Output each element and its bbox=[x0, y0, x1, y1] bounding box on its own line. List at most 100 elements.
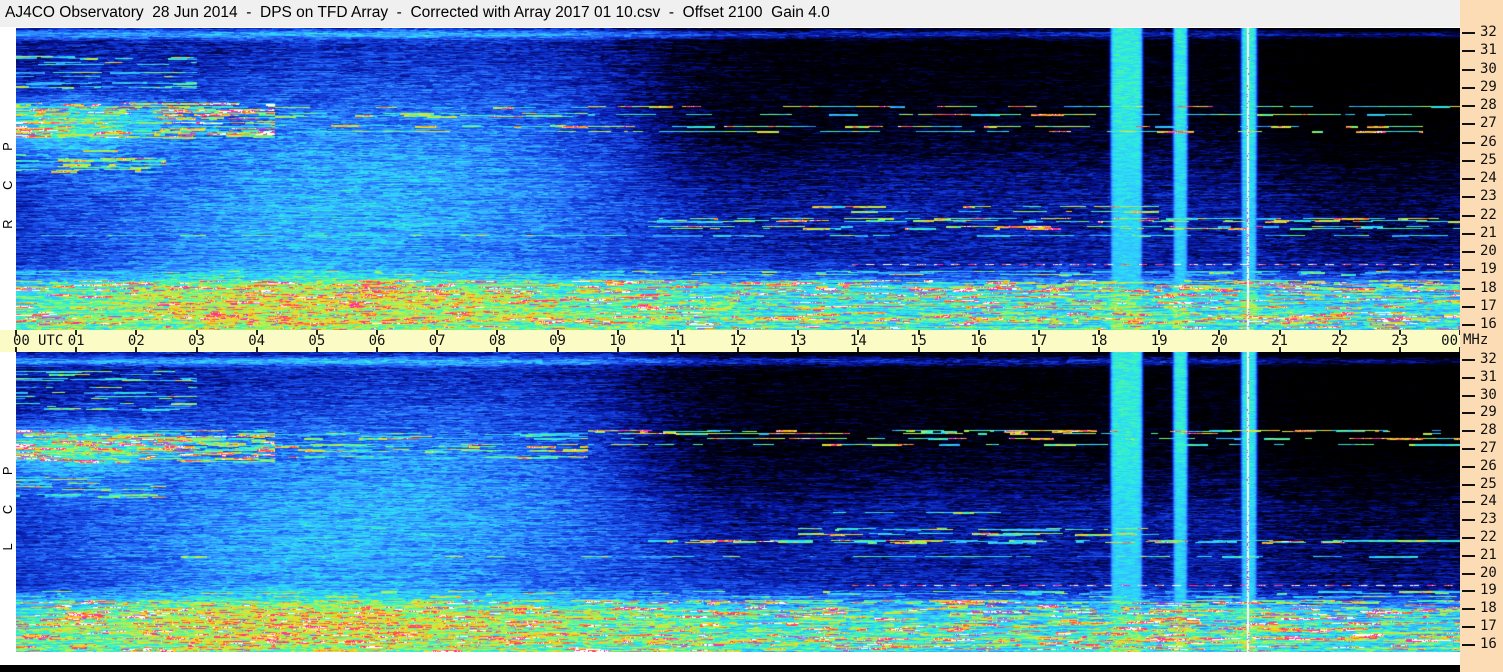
freq-label: 25 bbox=[1480, 151, 1497, 168]
lcp-spectrogram-canvas bbox=[16, 352, 1460, 652]
window-title: AJ4CO Observatory 28 Jun 2014 - DPS on T… bbox=[5, 4, 830, 21]
freq-label: 18 bbox=[1480, 279, 1497, 296]
hour-label: 03 bbox=[188, 333, 205, 349]
hour-label: 05 bbox=[308, 333, 326, 349]
freq-label: 30 bbox=[1480, 386, 1497, 403]
freq-tick bbox=[1462, 483, 1475, 486]
hour-label: 04 bbox=[248, 333, 266, 349]
hour-label: 14 bbox=[849, 333, 867, 349]
hour-label: 09 bbox=[549, 333, 566, 349]
freq-label: 16 bbox=[1480, 316, 1497, 332]
freq-label: 22 bbox=[1480, 529, 1497, 545]
freq-tick bbox=[1462, 324, 1475, 326]
freq-label: 28 bbox=[1480, 422, 1497, 439]
freq-label: 32 bbox=[1480, 351, 1497, 367]
freq-label: 31 bbox=[1480, 42, 1497, 59]
hour-label: 21 bbox=[1271, 333, 1288, 349]
freq-label: 29 bbox=[1480, 404, 1497, 421]
hour-label: 18 bbox=[1090, 333, 1108, 349]
freq-label: 23 bbox=[1480, 511, 1497, 528]
freq-label: 22 bbox=[1480, 206, 1497, 223]
freq-tick bbox=[1462, 643, 1475, 646]
freq-label: 21 bbox=[1480, 546, 1497, 563]
freq-tick bbox=[1462, 554, 1475, 557]
time-axis: UTC 00 01 02 03 04 05 06 07 08 09 10 11 12 13 14 15 16 17… bbox=[0, 330, 1461, 352]
freq-tick bbox=[1462, 178, 1475, 180]
freq-tick bbox=[1462, 448, 1475, 450]
hour-label: 10 bbox=[609, 333, 627, 349]
freq-tick bbox=[1462, 537, 1475, 539]
mhz-unit-label: MHz bbox=[1463, 332, 1489, 348]
freq-label: 17 bbox=[1480, 297, 1497, 314]
freq-tick bbox=[1462, 214, 1475, 217]
freq-tick bbox=[1462, 232, 1475, 235]
hour-label: 00 bbox=[1441, 333, 1458, 349]
hour-label: 06 bbox=[368, 333, 386, 349]
hour-label: 23 bbox=[1391, 333, 1409, 349]
freq-tick bbox=[1462, 626, 1475, 628]
title-bar: AJ4CO Observatory 28 Jun 2014 - DPS on T… bbox=[0, 0, 1460, 27]
freq-label: 19 bbox=[1480, 261, 1497, 278]
freq-tick bbox=[1462, 572, 1475, 575]
freq-label: 24 bbox=[1480, 493, 1497, 510]
freq-label: 23 bbox=[1480, 188, 1497, 205]
frequency-scale: MHz 32 31 30 29 28 27 26 25 24 23 22 21 20 19 18 17 16 32… bbox=[1460, 0, 1503, 672]
hour-label: 01 bbox=[67, 333, 85, 349]
freq-label: 27 bbox=[1480, 440, 1497, 456]
freq-label: 28 bbox=[1480, 97, 1497, 113]
hour-label: 13 bbox=[789, 333, 807, 349]
freq-label: 26 bbox=[1480, 457, 1497, 474]
freq-label: 16 bbox=[1480, 635, 1497, 652]
freq-tick bbox=[1462, 105, 1475, 107]
freq-label: 29 bbox=[1480, 78, 1497, 95]
freq-tick bbox=[1462, 608, 1475, 611]
freq-tick bbox=[1462, 287, 1475, 290]
hour-label: 08 bbox=[488, 333, 506, 349]
freq-tick bbox=[1462, 305, 1475, 308]
hour-label: 16 bbox=[970, 333, 988, 349]
freq-label: 17 bbox=[1480, 618, 1497, 634]
hour-label: 17 bbox=[1030, 333, 1048, 349]
freq-tick bbox=[1462, 359, 1475, 361]
freq-tick bbox=[1462, 376, 1475, 379]
lcp-polarization-label: L C P bbox=[0, 453, 15, 551]
hour-label: 22 bbox=[1331, 333, 1349, 349]
freq-label: 32 bbox=[1480, 24, 1497, 40]
hour-label: 15 bbox=[910, 333, 927, 349]
hour-label: 00 bbox=[13, 333, 30, 349]
freq-label: 26 bbox=[1480, 133, 1497, 150]
rcp-spectrogram-canvas bbox=[16, 28, 1460, 330]
freq-label: 20 bbox=[1480, 243, 1497, 259]
freq-tick bbox=[1462, 394, 1475, 397]
freq-tick bbox=[1462, 519, 1475, 522]
freq-tick bbox=[1462, 159, 1475, 162]
hour-label: 19 bbox=[1150, 333, 1168, 349]
freq-tick bbox=[1462, 196, 1475, 199]
freq-label: 24 bbox=[1480, 170, 1497, 186]
hour-label: 02 bbox=[127, 333, 145, 349]
freq-tick bbox=[1462, 86, 1475, 89]
freq-tick bbox=[1462, 251, 1475, 253]
freq-label: 31 bbox=[1480, 368, 1497, 385]
freq-tick bbox=[1462, 68, 1475, 71]
freq-tick bbox=[1462, 412, 1475, 415]
freq-tick bbox=[1462, 141, 1475, 144]
hour-label: 11 bbox=[669, 333, 687, 349]
freq-tick bbox=[1462, 590, 1475, 593]
freq-tick bbox=[1462, 50, 1475, 53]
freq-tick bbox=[1462, 465, 1475, 468]
freq-label: 19 bbox=[1480, 582, 1497, 599]
freq-tick bbox=[1462, 32, 1475, 34]
freq-label: 18 bbox=[1480, 600, 1497, 617]
freq-label: 27 bbox=[1480, 115, 1497, 132]
freq-tick bbox=[1462, 501, 1475, 504]
hour-label: 12 bbox=[729, 333, 747, 349]
freq-tick bbox=[1462, 430, 1475, 433]
freq-label: 30 bbox=[1480, 60, 1497, 77]
hour-label: 07 bbox=[428, 333, 446, 349]
app-window: AJ4CO Observatory 28 Jun 2014 - DPS on T… bbox=[0, 0, 1503, 672]
freq-label: 25 bbox=[1480, 475, 1497, 492]
freq-label: 21 bbox=[1480, 224, 1497, 241]
rcp-polarization-label: R C P bbox=[0, 129, 15, 229]
freq-label: 20 bbox=[1480, 564, 1497, 581]
